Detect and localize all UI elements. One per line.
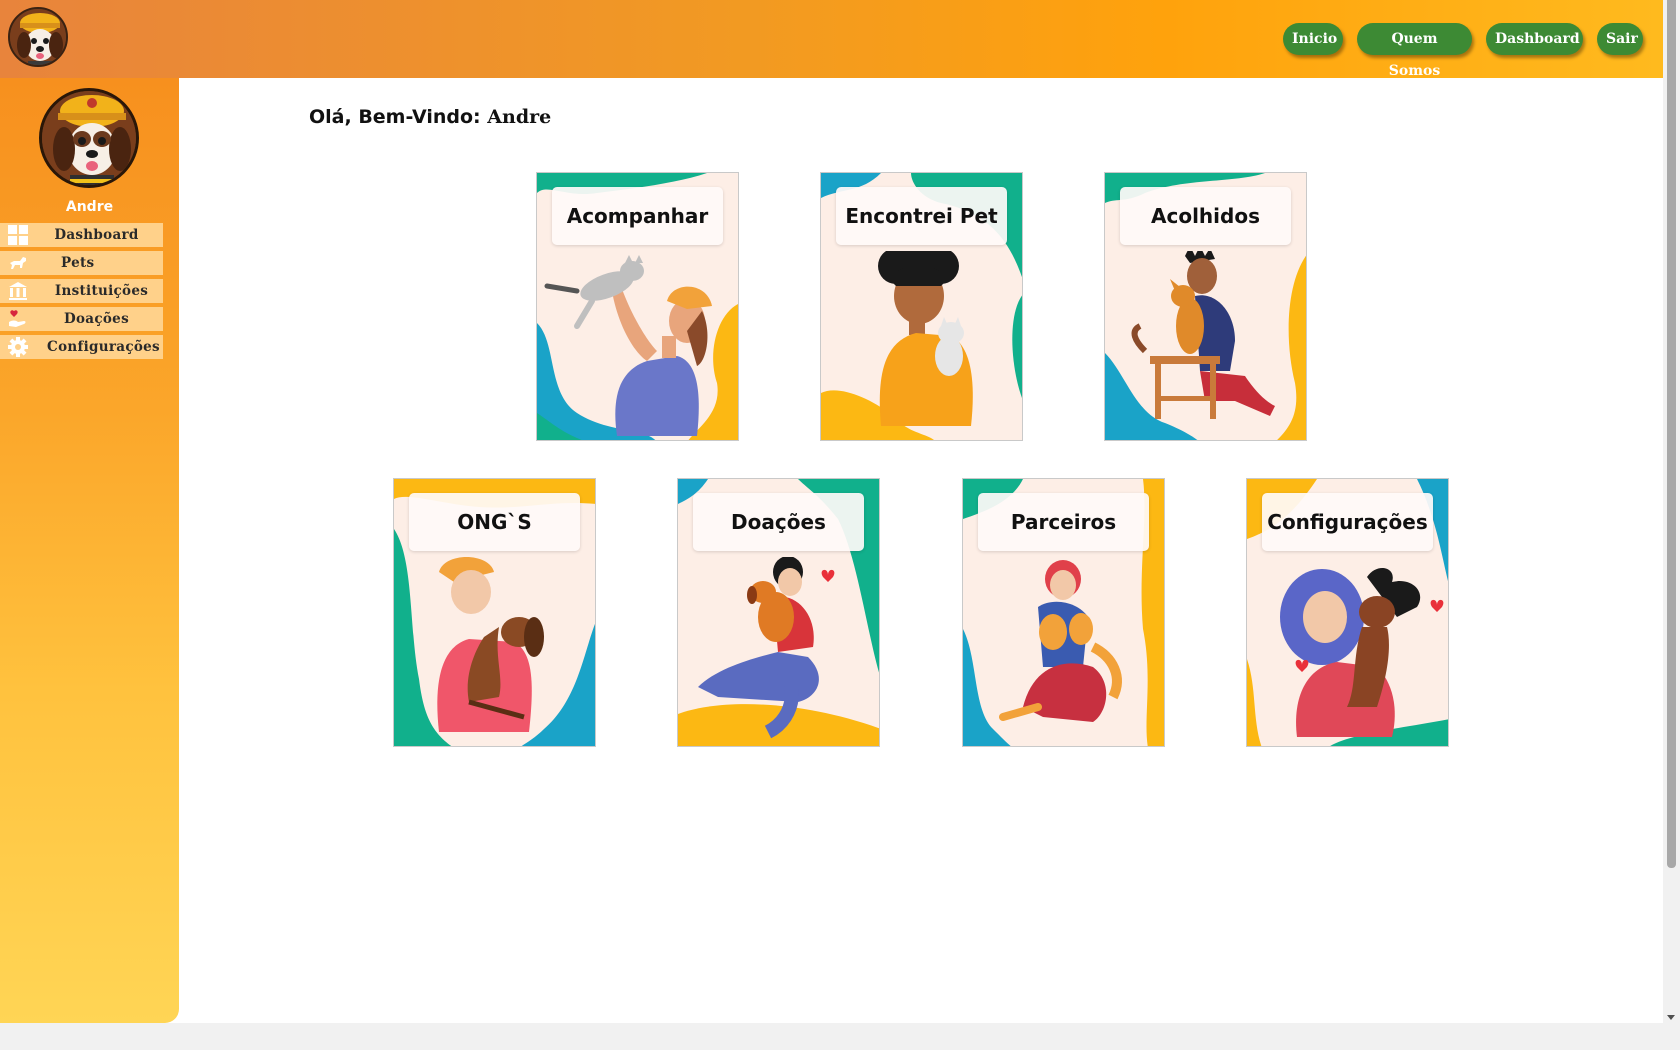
page-title: Olá, Bem-Vindo: Andre [309, 106, 551, 128]
gear-icon [6, 335, 30, 359]
card-encontrei-pet[interactable]: Encontrei Pet [820, 172, 1023, 441]
sidebar-item-label: Dashboard [54, 227, 139, 243]
man-with-dog-illustration [1131, 251, 1275, 419]
person-holding-cat-illustration [544, 255, 712, 436]
card-title: Doações [693, 493, 864, 551]
sidebar-item-label: Configurações [47, 339, 160, 355]
donation-heart-icon [6, 307, 30, 331]
girl-with-cats-illustration [999, 560, 1122, 722]
person-hugging-dog-illustration [698, 557, 835, 739]
card-title: Parceiros [978, 493, 1149, 551]
card-parceiros[interactable]: Parceiros [962, 478, 1165, 747]
nav-inicio-button[interactable]: Inicio [1283, 23, 1343, 55]
sidebar-item-label: Doações [64, 311, 129, 327]
card-title: Acolhidos [1120, 187, 1291, 245]
window-bottom-edge [0, 1023, 1680, 1050]
profile-name: Andre [65, 199, 114, 215]
card-acolhidos[interactable]: Acolhidos [1104, 172, 1307, 441]
sidebar-item-instituicoes[interactable]: Instituições [0, 279, 163, 303]
card-title: Encontrei Pet [836, 187, 1007, 245]
card-ongs[interactable]: ONG`S [393, 478, 596, 747]
avatar[interactable] [39, 88, 139, 188]
card-title: Acompanhar [552, 187, 723, 245]
vertical-scrollbar[interactable] [1663, 0, 1680, 1023]
sidebar-item-configuracoes[interactable]: Configurações [0, 335, 163, 359]
sidebar-item-doacoes[interactable]: Doações [0, 307, 163, 331]
card-configuracoes[interactable]: Configurações [1246, 478, 1449, 747]
girl-holding-cat-illustration [878, 251, 973, 426]
greeting-prefix: Olá, Bem-Vindo: [309, 106, 481, 128]
greeting-user: Andre [487, 106, 552, 128]
card-doacoes[interactable]: Doações [677, 478, 880, 747]
sidebar-item-label: Pets [61, 255, 95, 271]
boy-hugging-dog-illustration [437, 557, 544, 732]
card-title: Configurações [1262, 493, 1433, 551]
institution-icon [6, 279, 30, 303]
nav-dashboard-button[interactable]: Dashboard [1486, 23, 1583, 55]
dog-icon [6, 251, 30, 275]
nav-sair-button[interactable]: Sair [1597, 23, 1643, 55]
scroll-down-arrow-icon[interactable] [1667, 1015, 1675, 1020]
sidebar-item-pets[interactable]: Pets [0, 251, 163, 275]
grid-icon [6, 223, 30, 247]
card-acompanhar[interactable]: Acompanhar [536, 172, 739, 441]
sidebar-menu: Dashboard Pets Instituições Doações Conf… [0, 223, 163, 363]
logo-dog-icon[interactable] [8, 7, 68, 67]
sidebar-item-dashboard[interactable]: Dashboard [0, 223, 163, 247]
sidebar: Andre Dashboard Pets Instituições Doaçõe… [0, 78, 179, 1023]
sidebar-item-label: Instituições [54, 283, 149, 299]
nav-quem-somos-button[interactable]: Quem Somos [1357, 23, 1472, 79]
woman-hugging-dog-illustration [1280, 567, 1444, 737]
card-title: ONG`S [409, 493, 580, 551]
scrollbar-thumb[interactable] [1667, 0, 1676, 868]
